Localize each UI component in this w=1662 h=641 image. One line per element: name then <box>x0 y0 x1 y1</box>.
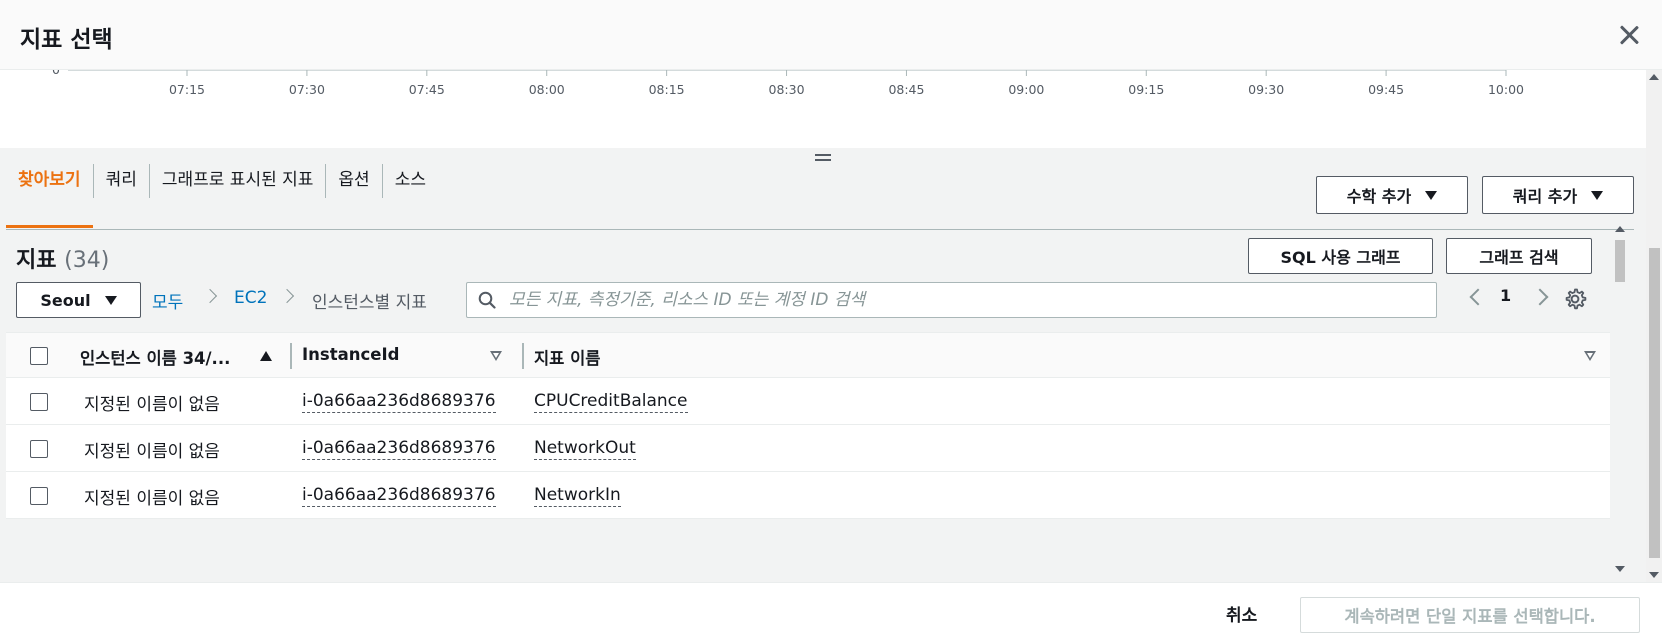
dialog-header: 지표 선택 <box>0 0 1662 70</box>
column-divider[interactable] <box>522 343 524 369</box>
scroll-down-icon[interactable] <box>1649 572 1659 578</box>
sort-ascending-icon[interactable] <box>260 351 272 361</box>
region-label: Seoul <box>40 290 91 310</box>
caret-down-icon <box>1591 190 1604 200</box>
x-tick-label: 07:15 <box>169 82 205 97</box>
scroll-up-icon[interactable] <box>1649 74 1659 80</box>
cancel-button[interactable]: 취소 <box>1226 601 1257 626</box>
y-tick-zero: 0 <box>52 70 60 77</box>
x-tick-label: 08:00 <box>529 82 565 97</box>
x-tick-label: 07:45 <box>409 82 445 97</box>
add-query-label: 쿼리 추가 <box>1512 187 1578 206</box>
dialog-footer: 취소 계속하려면 단일 지표를 선택합니다. <box>0 582 1662 641</box>
instance-id-link[interactable]: i-0a66aa236d8689376 <box>302 485 496 507</box>
metrics-container: 지표 (34) SQL 사용 그래프 그래프 검색 Seoul 모두 EC2 인… <box>6 230 1610 576</box>
instance-id-link[interactable]: i-0a66aa236d8689376 <box>302 391 496 413</box>
search-icon <box>478 291 496 309</box>
table-scrollbar[interactable] <box>1612 226 1626 572</box>
scroll-thumb[interactable] <box>1615 240 1625 282</box>
caret-down-icon <box>104 295 117 305</box>
tab-graphed-metrics[interactable]: 그래프로 표시된 지표 <box>150 160 326 200</box>
gear-icon[interactable] <box>1563 287 1587 311</box>
x-tick-label: 09:15 <box>1128 82 1164 97</box>
col-instance-id[interactable]: InstanceId <box>302 345 399 364</box>
time-axis: 0 07:15 07:30 07:45 08:00 08:15 08:30 08:45 09:… <box>52 70 1524 97</box>
metrics-table: 인스턴스 이름 34/... InstanceId 지표 이름 지정된 이름이 … <box>6 332 1610 519</box>
x-tick-label: 10:00 <box>1488 82 1524 97</box>
tab-options[interactable]: 옵션 <box>326 160 381 200</box>
metric-search-box[interactable] <box>466 282 1437 318</box>
tab-browse[interactable]: 찾아보기 <box>6 160 93 228</box>
col-instance-name[interactable]: 인스턴스 이름 34/... <box>80 345 230 369</box>
search-input[interactable] <box>509 283 1409 316</box>
instance-name: 지정된 이름이 없음 <box>84 395 220 415</box>
prev-page-icon[interactable] <box>1469 288 1487 306</box>
table-row[interactable]: 지정된 이름이 없음 i-0a66aa236d8689376 CPUCredit… <box>6 378 1610 425</box>
metrics-heading: 지표 (34) <box>16 242 109 274</box>
sql-graph-button[interactable]: SQL 사용 그래프 <box>1248 238 1433 274</box>
x-tick-label: 08:45 <box>888 82 924 97</box>
scroll-up-icon[interactable] <box>1615 226 1625 232</box>
page-number[interactable]: 1 <box>1500 286 1511 305</box>
table-row[interactable]: 지정된 이름이 없음 i-0a66aa236d8689376 NetworkIn <box>6 472 1610 519</box>
metric-name-link[interactable]: CPUCreditBalance <box>534 391 688 413</box>
column-divider[interactable] <box>290 343 292 369</box>
tab-source[interactable]: 소스 <box>383 160 438 200</box>
table-row[interactable]: 지정된 이름이 없음 i-0a66aa236d8689376 NetworkOu… <box>6 425 1610 472</box>
tab-bar: 찾아보기 쿼리 그래프로 표시된 지표 옵션 소스 <box>6 160 438 228</box>
metric-name-link[interactable]: NetworkOut <box>534 438 636 460</box>
col-metric-name[interactable]: 지표 이름 <box>534 345 600 369</box>
select-metric-dialog: 지표 선택 0 07:15 07:30 07:45 08:00 08:15 08:30 08… <box>0 0 1662 641</box>
resize-handle-icon[interactable] <box>815 154 831 164</box>
chevron-right-icon <box>279 288 295 304</box>
breadcrumb-ec2[interactable]: EC2 <box>234 288 267 308</box>
scroll-thumb[interactable] <box>1649 248 1660 558</box>
x-tick-label: 08:15 <box>649 82 685 97</box>
instance-name: 지정된 이름이 없음 <box>84 442 220 462</box>
x-tick-label: 09:00 <box>1008 82 1044 97</box>
metrics-count: (34) <box>64 248 110 273</box>
add-math-label: 수학 추가 <box>1346 187 1412 206</box>
instance-name: 지정된 이름이 없음 <box>84 489 220 509</box>
scroll-down-icon[interactable] <box>1615 566 1625 572</box>
breadcrumb-all[interactable]: 모두 <box>152 288 183 313</box>
breadcrumb-per-instance: 인스턴스별 지표 <box>312 293 427 313</box>
metrics-title: 지표 <box>16 248 57 273</box>
region-selector[interactable]: Seoul <box>16 282 141 318</box>
row-checkbox[interactable] <box>30 487 48 505</box>
dialog-scrollbar[interactable] <box>1646 70 1662 582</box>
row-checkbox[interactable] <box>30 393 48 411</box>
tab-query[interactable]: 쿼리 <box>94 160 149 200</box>
select-metric-button: 계속하려면 단일 지표를 선택합니다. <box>1300 597 1640 633</box>
graph-search-button[interactable]: 그래프 검색 <box>1446 238 1592 274</box>
add-query-button[interactable]: 쿼리 추가 <box>1482 176 1634 214</box>
metric-name-link[interactable]: NetworkIn <box>534 485 621 507</box>
chevron-right-icon <box>202 288 218 304</box>
select-all-checkbox[interactable] <box>30 347 48 365</box>
x-tick-label: 09:30 <box>1248 82 1284 97</box>
add-math-button[interactable]: 수학 추가 <box>1316 176 1468 214</box>
close-icon[interactable] <box>1614 20 1644 50</box>
next-page-icon[interactable] <box>1531 288 1549 306</box>
x-tick-label: 09:45 <box>1368 82 1404 97</box>
x-tick-label: 08:30 <box>769 82 805 97</box>
row-checkbox[interactable] <box>30 440 48 458</box>
table-header: 인스턴스 이름 34/... InstanceId 지표 이름 <box>6 332 1610 378</box>
sort-icon[interactable] <box>490 351 502 361</box>
caret-down-icon <box>1425 190 1438 200</box>
sort-icon[interactable] <box>1584 351 1596 361</box>
dialog-title: 지표 선택 <box>20 27 113 53</box>
x-tick-label: 07:30 <box>289 82 325 97</box>
metrics-panel: 찾아보기 쿼리 그래프로 표시된 지표 옵션 소스 수학 추가 쿼리 추가 지표… <box>0 148 1646 582</box>
chart-preview: 0 07:15 07:30 07:45 08:00 08:15 08:30 08:45 09:… <box>6 70 1634 148</box>
instance-id-link[interactable]: i-0a66aa236d8689376 <box>302 438 496 460</box>
